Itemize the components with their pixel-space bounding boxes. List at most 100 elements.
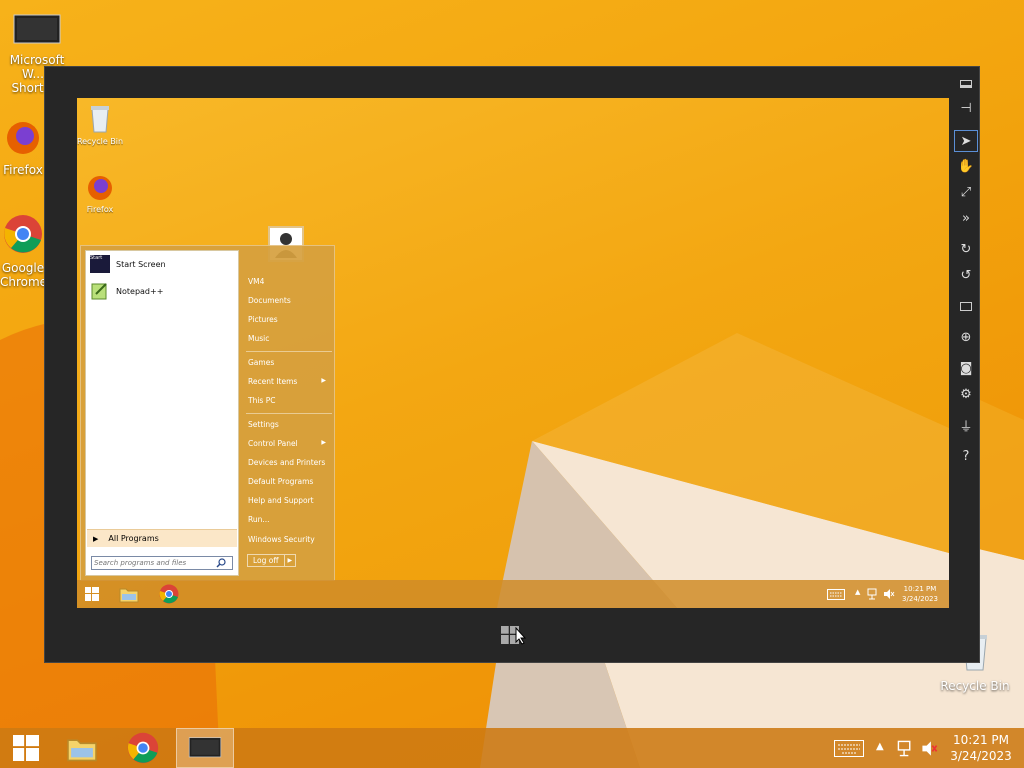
start-menu-programs-pane: Start Start Screen Notepad++ ▶ All Progr… <box>85 250 239 576</box>
guest-time: 10:21 PM <box>903 585 937 593</box>
triangle-right-icon: ▶ <box>93 534 99 543</box>
start-item-start-screen[interactable]: Start Start Screen <box>88 252 238 276</box>
firefox-icon <box>88 176 112 200</box>
log-off-button[interactable]: Log off ▶ <box>247 554 297 567</box>
place-label: Windows Security <box>248 535 315 544</box>
gear-icon[interactable]: ⚙ <box>954 383 978 405</box>
place-label: This PC <box>248 396 276 405</box>
place-label: Default Programs <box>248 477 314 486</box>
fast-forward-icon[interactable]: » <box>954 207 978 229</box>
monitor-icon[interactable] <box>954 295 978 317</box>
place-label: Settings <box>248 420 279 429</box>
vm-viewer-window[interactable]: Recycle Bin Firefox Start Start Screen N… <box>44 66 980 663</box>
separator <box>246 351 332 352</box>
start-menu: Start Start Screen Notepad++ ▶ All Progr… <box>80 245 335 581</box>
start-place-run[interactable]: Run... <box>248 515 270 524</box>
start-place-settings[interactable]: Settings <box>248 420 279 429</box>
place-label: Devices and Printers <box>248 458 326 467</box>
start-place-vm4[interactable]: VM4 <box>248 277 264 286</box>
start-place-documents[interactable]: Documents <box>248 296 291 305</box>
monitor-icon <box>13 14 61 44</box>
taskbar-chrome[interactable] <box>117 728 169 768</box>
desktop-icon-label: Firefox <box>3 163 43 177</box>
start-item-label: Notepad++ <box>116 286 164 296</box>
keyboard-icon[interactable] <box>827 589 845 600</box>
start-item-notepadpp[interactable]: Notepad++ <box>88 279 238 303</box>
chevron-right-icon: ▶ <box>321 377 326 384</box>
place-label: Music <box>248 334 270 343</box>
host-taskbar: ▲ 10:21 PM 3/24/2023 <box>0 728 1024 768</box>
start-search-box[interactable] <box>91 556 233 570</box>
all-programs-button[interactable]: ▶ All Programs <box>87 529 237 547</box>
start-place-music[interactable]: Music <box>248 334 269 343</box>
windows-logo-icon <box>13 735 39 761</box>
place-label: VM4 <box>248 277 265 286</box>
chevron-up-icon[interactable]: ▲ <box>876 741 884 752</box>
minimize-icon[interactable] <box>954 73 978 95</box>
expand-icon[interactable]: ⤢ <box>954 181 978 203</box>
start-place-help-support[interactable]: Help and Support <box>248 496 314 505</box>
guest-taskbar: ▲ 10:21 PM 3/24/2023 <box>77 580 949 608</box>
rotate-right-icon[interactable]: ↻ <box>954 238 978 260</box>
pin-icon[interactable]: ⊣ <box>954 97 978 119</box>
start-place-default-programs[interactable]: Default Programs <box>248 477 313 486</box>
windows-logo-icon[interactable] <box>85 587 99 601</box>
chrome-icon <box>4 215 42 253</box>
desktop-icon-chrome[interactable]: Google Chrome <box>0 214 46 289</box>
taskbar-file-explorer[interactable] <box>56 728 108 768</box>
start-button[interactable] <box>0 728 52 768</box>
rotate-left-icon[interactable]: ↺ <box>954 264 978 286</box>
start-tile-text: Start <box>90 255 103 261</box>
place-label: Help and Support <box>248 496 314 505</box>
place-label: Games <box>248 358 275 367</box>
desktop-icon-label: Recycle Bin <box>940 679 1010 693</box>
camera-icon[interactable]: ◙ <box>954 357 978 379</box>
place-label: Run... <box>248 515 270 524</box>
chrome-icon[interactable] <box>159 584 179 604</box>
globe-icon[interactable]: ⊕ <box>954 326 978 348</box>
start-place-recent-items[interactable]: Recent Items ▶ <box>248 377 328 386</box>
search-input[interactable] <box>92 559 216 567</box>
start-screen-icon: Start <box>90 255 110 273</box>
start-place-this-pc[interactable]: This PC <box>248 396 275 405</box>
taskbar-remote-desktop[interactable] <box>176 728 234 768</box>
network-icon[interactable] <box>867 588 879 600</box>
folder-icon[interactable] <box>119 585 139 603</box>
separator <box>246 413 332 414</box>
place-label: Pictures <box>248 315 278 324</box>
guest-icon-recycle-bin[interactable]: Recycle Bin <box>77 104 125 147</box>
guest-clock[interactable]: 10:21 PM 3/24/2023 <box>897 584 943 604</box>
desktop-icon-firefox[interactable]: Firefox <box>0 120 46 177</box>
chevron-up-icon[interactable]: ▲ <box>855 588 860 596</box>
vm-toolbar: ⊣ ➤ ✋ ⤢ » ↻ ↺ ⊕ ◙ ⚙ ⏚ ? <box>951 67 981 664</box>
firefox-icon <box>7 122 39 154</box>
keyboard-icon[interactable] <box>834 740 864 757</box>
log-off-label: Log off <box>253 556 279 565</box>
start-item-label: Start Screen <box>116 259 166 269</box>
start-place-windows-security[interactable]: Windows Security <box>248 535 315 544</box>
search-icon[interactable] <box>216 558 226 568</box>
guest-icon-label: Firefox <box>86 205 114 214</box>
vm-screen[interactable]: Recycle Bin Firefox Start Start Screen N… <box>77 98 949 608</box>
host-time: 10:21 PM <box>953 733 1009 747</box>
start-place-games[interactable]: Games <box>248 358 274 367</box>
speaker-muted-icon[interactable] <box>921 740 938 757</box>
chevron-right-icon[interactable]: ▶ <box>283 555 296 566</box>
start-place-control-panel[interactable]: Control Panel ▶ <box>248 439 328 448</box>
host-date: 3/24/2023 <box>950 749 1012 763</box>
place-label: Documents <box>248 296 291 305</box>
start-place-devices-printers[interactable]: Devices and Printers <box>248 458 325 467</box>
notepadpp-icon <box>91 283 107 300</box>
guest-date: 3/24/2023 <box>902 595 938 603</box>
speaker-muted-icon[interactable] <box>883 588 895 600</box>
help-icon[interactable]: ? <box>954 445 978 467</box>
chrome-icon <box>127 732 159 764</box>
guest-icon-firefox[interactable]: Firefox <box>77 174 125 215</box>
plug-icon[interactable]: ⏚ <box>954 414 978 436</box>
network-icon[interactable] <box>897 740 914 757</box>
host-clock[interactable]: 10:21 PM 3/24/2023 <box>950 732 1012 764</box>
pointer-icon[interactable]: ➤ <box>954 130 978 152</box>
recycle-bin-icon <box>91 106 109 133</box>
hand-icon[interactable]: ✋ <box>954 155 978 177</box>
start-place-pictures[interactable]: Pictures <box>248 315 278 324</box>
